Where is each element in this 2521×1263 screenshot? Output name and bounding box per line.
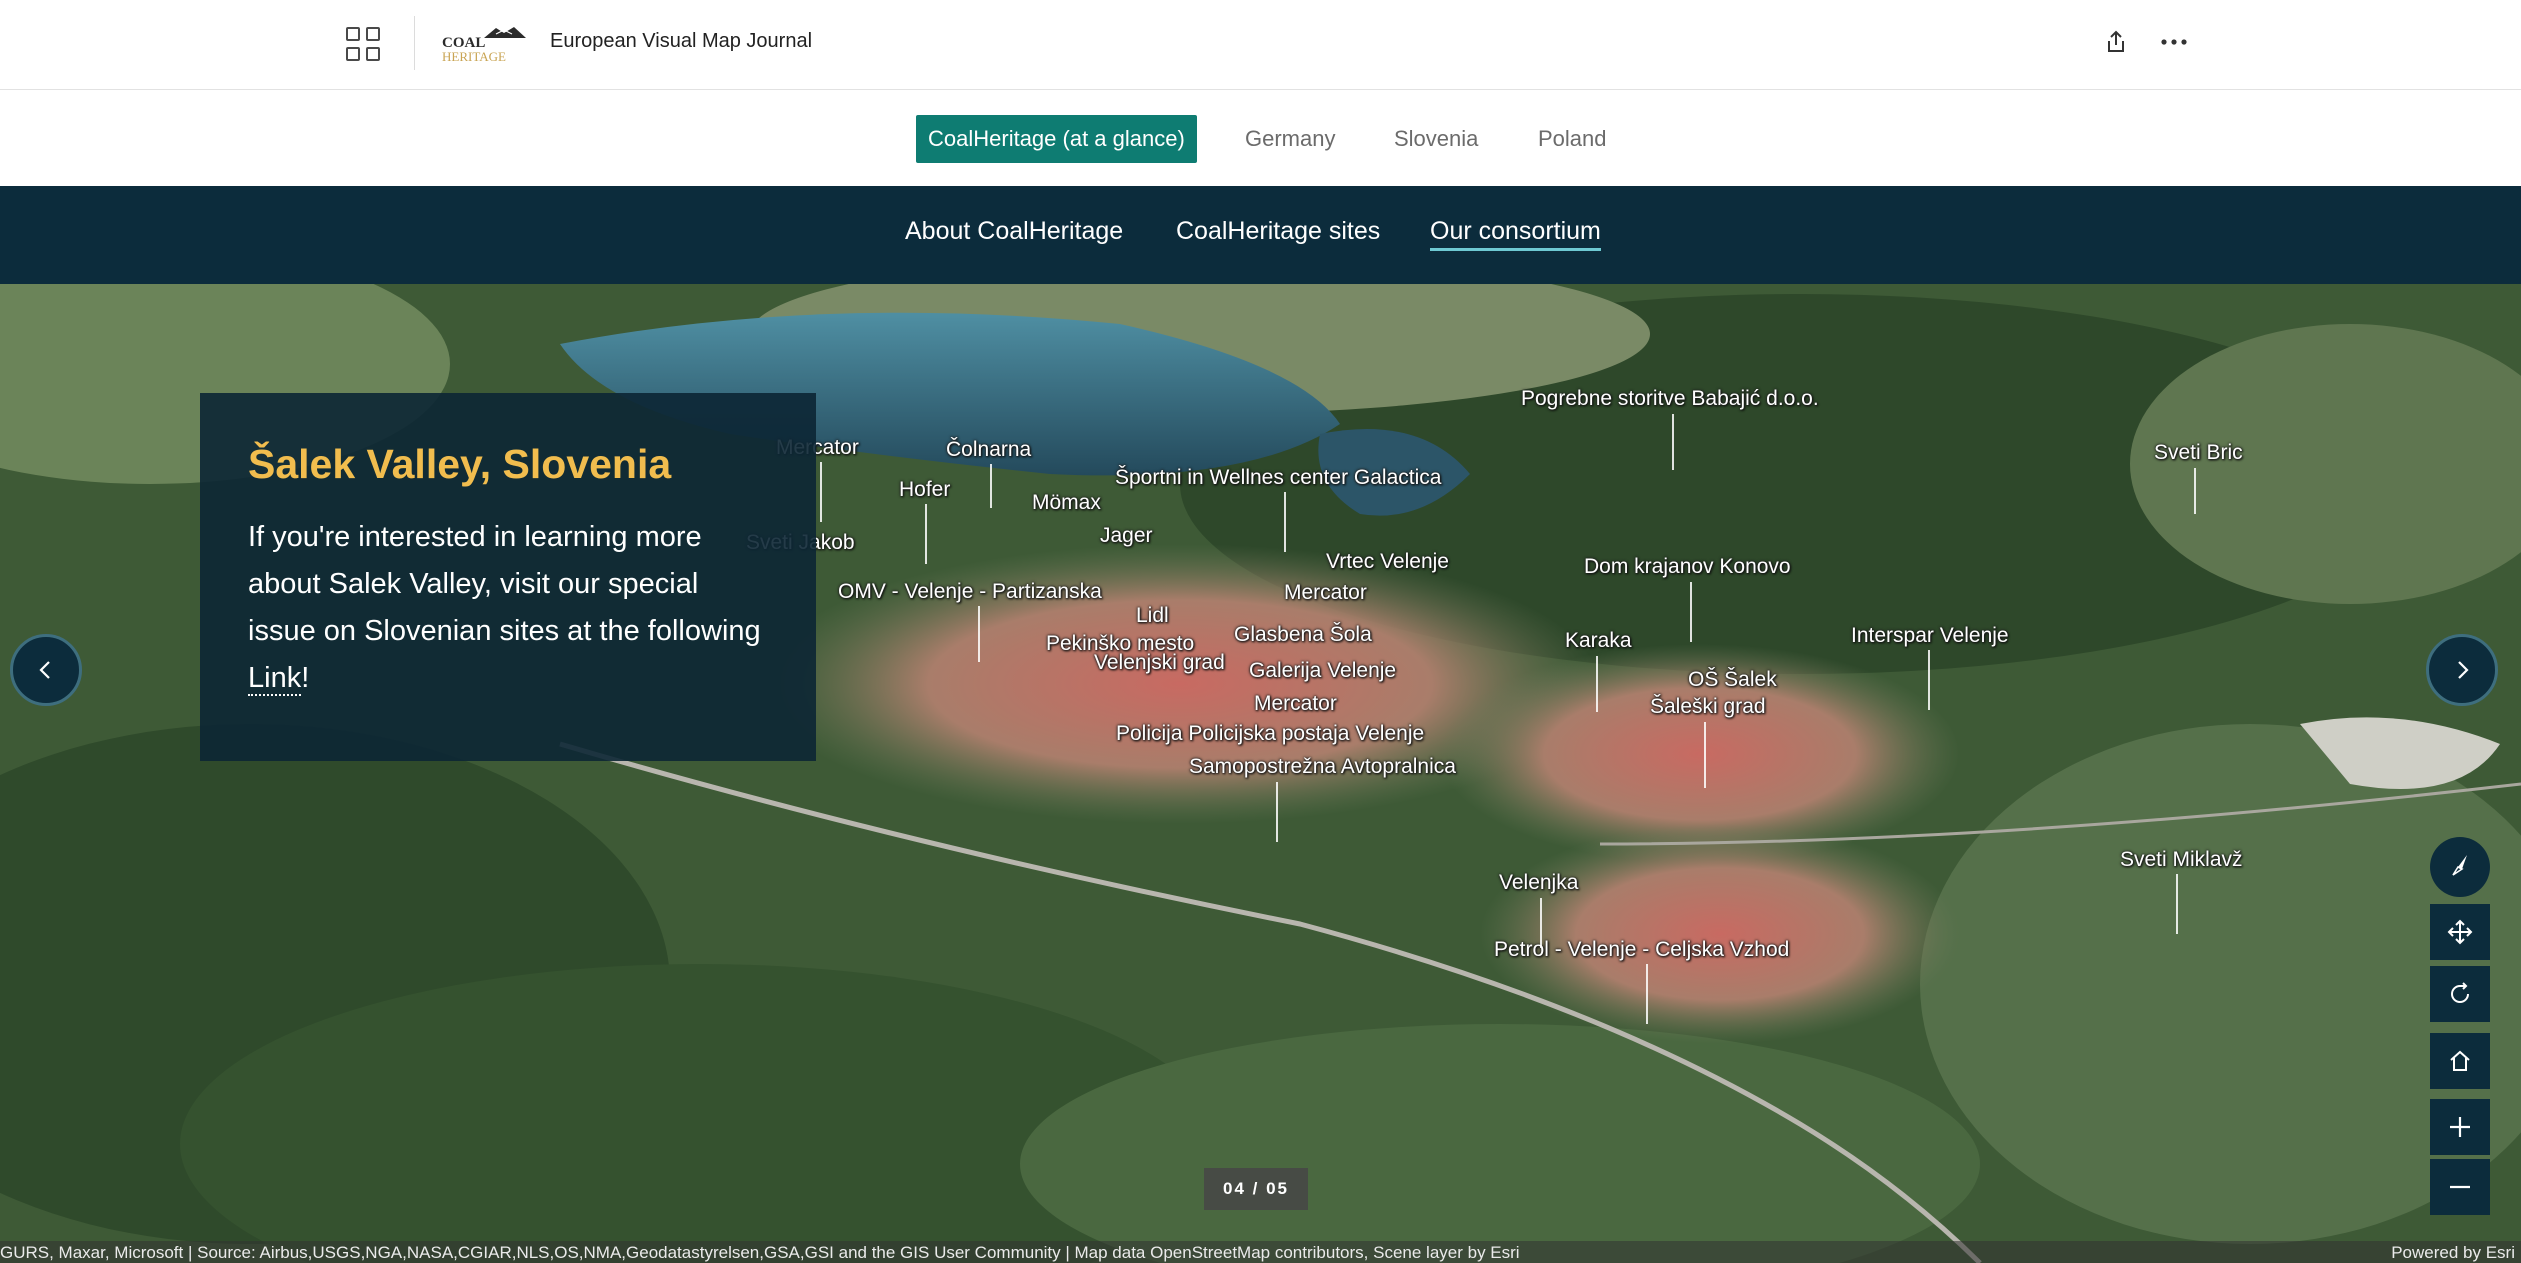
powered-by-esri[interactable]: Powered by Esri	[2391, 1243, 2515, 1263]
pan-button[interactable]	[2430, 904, 2490, 960]
compass-icon	[2452, 855, 2467, 876]
header-divider	[414, 16, 415, 70]
poi-label[interactable]: Mercator	[1284, 581, 1367, 605]
map-attribution: GURS, Maxar, Microsoft | Source: Airbus,…	[0, 1241, 2521, 1263]
tab-poland[interactable]: Poland	[1538, 115, 1607, 163]
story-info-panel: Šalek Valley, Slovenia If you're interes…	[200, 393, 816, 761]
slide-counter: 04 / 05	[1204, 1168, 1308, 1210]
poi-leader	[1690, 582, 1692, 642]
poi-label[interactable]: Čolnarna	[946, 438, 1031, 462]
poi-leader	[2194, 468, 2196, 514]
rotate-button[interactable]	[2430, 966, 2490, 1022]
poi-label[interactable]: Galerija Velenje	[1249, 659, 1396, 683]
poi-label[interactable]: Vrtec Velenje	[1326, 550, 1449, 574]
compass-button[interactable]	[2430, 837, 2490, 897]
share-icon[interactable]	[2100, 26, 2132, 58]
poi-label[interactable]: Pogrebne storitve Babajić d.o.o.	[1521, 387, 1819, 411]
info-body-text: If you're interested in learning more ab…	[248, 521, 761, 647]
subnav-our-consortium[interactable]: Our consortium	[1430, 217, 1601, 251]
tab-coalheritage-at-a-glance[interactable]: CoalHeritage (at a glance)	[916, 115, 1197, 163]
poi-label[interactable]: Jager	[1100, 524, 1153, 548]
poi-label[interactable]: Dom krajanov Konovo	[1584, 555, 1791, 579]
attribution-text[interactable]: GURS, Maxar, Microsoft | Source: Airbus,…	[0, 1243, 1520, 1263]
poi-leader	[1276, 782, 1278, 842]
logo-text-bottom: HERITAGE	[442, 49, 506, 64]
poi-leader	[2176, 874, 2178, 934]
poi-leader	[1540, 898, 1542, 948]
chevron-left-icon	[39, 661, 50, 679]
tab-germany[interactable]: Germany	[1245, 115, 1335, 163]
poi-leader	[1704, 722, 1706, 788]
apps-grid-icon[interactable]	[344, 25, 380, 61]
poi-label[interactable]: Policija Policijska postaja Velenje	[1116, 722, 1424, 746]
chevron-right-icon	[2458, 661, 2469, 679]
poi-label[interactable]: Interspar Velenje	[1851, 624, 2009, 648]
poi-leader	[1646, 964, 1648, 1024]
poi-leader	[1928, 650, 1930, 710]
zoom-in-button[interactable]	[2430, 1099, 2490, 1155]
scene-map[interactable]: Mercator Čolnarna Hofer Mömax Športni in…	[0, 284, 2521, 1263]
plus-icon	[2450, 1117, 2470, 1137]
story-title: European Visual Map Journal	[550, 30, 813, 52]
previous-slide-button[interactable]	[10, 634, 82, 706]
minus-icon	[2450, 1185, 2470, 1189]
poi-label[interactable]: Lidl	[1136, 604, 1169, 628]
poi-leader	[978, 606, 980, 662]
poi-label[interactable]: Mercator	[1254, 692, 1337, 716]
pan-icon	[2447, 919, 2473, 945]
poi-leader	[990, 464, 992, 508]
coalheritage-logo[interactable]: COAL HERITAGE	[440, 24, 528, 64]
info-title: Šalek Valley, Slovenia	[248, 441, 672, 487]
poi-label[interactable]: OŠ Šalek	[1688, 668, 1777, 692]
rotate-icon	[2451, 982, 2469, 1003]
poi-label[interactable]: Mömax	[1032, 491, 1101, 515]
info-link[interactable]: Link	[248, 662, 302, 696]
poi-label[interactable]: Velenjka	[1499, 871, 1578, 895]
poi-label[interactable]: Velenjski grad	[1094, 651, 1225, 675]
poi-label[interactable]: Šaleški grad	[1650, 695, 1766, 719]
poi-label[interactable]: Hofer	[899, 478, 950, 502]
more-options-icon[interactable]	[2156, 26, 2192, 58]
sub-nav: About CoalHeritage CoalHeritage sites Ou…	[0, 186, 2521, 284]
subnav-coalheritage-sites[interactable]: CoalHeritage sites	[1176, 217, 1380, 246]
poi-label[interactable]: Glasbena Šola	[1234, 623, 1372, 647]
info-body-end: !	[301, 662, 310, 694]
poi-label[interactable]: OMV - Velenje - Partizanska	[838, 580, 1102, 604]
poi-label[interactable]: Karaka	[1565, 629, 1632, 653]
home-icon	[2450, 1050, 2470, 1071]
header: COAL HERITAGE European Visual Map Journa…	[0, 0, 2521, 90]
poi-label[interactable]: Športni in Wellnes center Galactica	[1115, 466, 1441, 490]
poi-leader	[1284, 492, 1286, 552]
poi-label[interactable]: Sveti Miklavž	[2120, 848, 2243, 872]
subnav-about-coalheritage[interactable]: About CoalHeritage	[905, 217, 1123, 246]
info-body: If you're interested in learning more ab…	[248, 514, 768, 702]
next-slide-button[interactable]	[2426, 634, 2498, 706]
poi-label[interactable]: Sveti Bric	[2154, 441, 2243, 465]
poi-leader	[1672, 414, 1674, 470]
zoom-out-button[interactable]	[2430, 1159, 2490, 1215]
section-nav: CoalHeritage (at a glance) Germany Slove…	[0, 90, 2521, 186]
poi-leader	[1596, 656, 1598, 712]
poi-leader	[925, 504, 927, 564]
poi-label[interactable]: Samopostrežna Avtopralnica	[1189, 755, 1456, 779]
poi-label[interactable]: Petrol - Velenje - Celjska Vzhod	[1494, 938, 1789, 962]
poi-leader	[820, 462, 822, 522]
home-button[interactable]	[2430, 1033, 2490, 1089]
tab-slovenia[interactable]: Slovenia	[1394, 115, 1478, 163]
